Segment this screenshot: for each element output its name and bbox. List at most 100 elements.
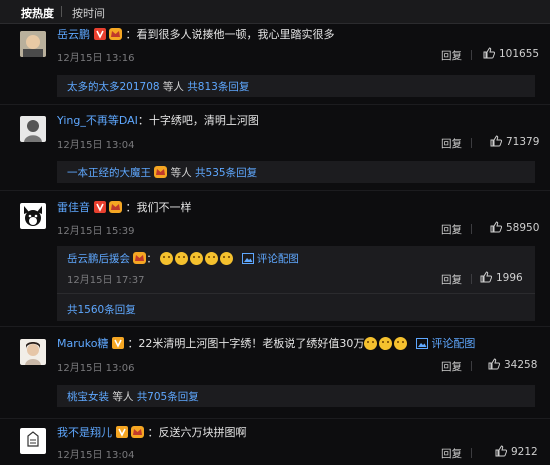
avatar-image-icon bbox=[20, 339, 46, 365]
sub-reply-body: 岳云鹏后援会 ： 评论配图 bbox=[67, 251, 299, 266]
comment-timestamp: 12月15日 15:39 bbox=[57, 226, 135, 237]
comment-timestamp: 12月15日 13:16 bbox=[57, 53, 135, 64]
vip-crown-icon bbox=[133, 252, 147, 264]
comment-image-link[interactable]: 评论配图 bbox=[431, 337, 475, 350]
emoji-icon bbox=[205, 252, 219, 265]
tab-divider bbox=[61, 6, 62, 17]
like-button[interactable]: 34258 bbox=[488, 358, 537, 371]
comment-divider bbox=[0, 418, 550, 419]
avatar-image-icon bbox=[20, 116, 46, 142]
thumbs-up-icon bbox=[483, 47, 496, 59]
like-count: 101655 bbox=[499, 48, 540, 60]
comment-divider bbox=[0, 190, 550, 191]
comment-username[interactable]: 我不是翔儿 bbox=[57, 426, 112, 439]
like-button[interactable]: 71379 bbox=[490, 135, 539, 148]
thumbs-up-icon bbox=[488, 358, 501, 370]
like-count: 58950 bbox=[506, 222, 540, 234]
avatar[interactable] bbox=[20, 31, 46, 57]
avatar[interactable] bbox=[20, 203, 46, 229]
like-button[interactable]: 101655 bbox=[483, 47, 539, 60]
like-button[interactable]: 9212 bbox=[495, 445, 538, 458]
action-divider bbox=[471, 138, 472, 148]
comment-username[interactable]: Ying_不再等DAI bbox=[57, 114, 138, 127]
action-divider bbox=[471, 361, 472, 371]
thread-others-label: 等人 bbox=[109, 391, 137, 403]
comment-body: 岳云鹏 ：看到很多人说揍他一顿，我心里踏实很多 bbox=[57, 28, 335, 42]
thread-user-link[interactable]: 一本正经的大魔王 bbox=[67, 167, 151, 179]
action-divider bbox=[471, 448, 472, 458]
thread-reply-count[interactable]: 共1560条回复 bbox=[67, 302, 136, 317]
reply-button[interactable]: 回复 bbox=[441, 446, 462, 461]
verified-gold-badge-icon bbox=[115, 426, 128, 438]
comment-image-link[interactable]: 评论配图 bbox=[257, 253, 299, 265]
thread-others-label: 等人 bbox=[167, 167, 196, 179]
image-icon bbox=[241, 253, 254, 264]
like-button[interactable]: 58950 bbox=[490, 221, 539, 234]
avatar-image-icon bbox=[20, 31, 46, 57]
reply-thread-summary[interactable]: 桃宝女装 等人 共705条回复 bbox=[57, 385, 535, 407]
sub-reply-timestamp: 12月15日 17:37 bbox=[67, 275, 145, 286]
comment-username[interactable]: 雷佳音 bbox=[57, 201, 90, 214]
comment-divider bbox=[0, 104, 550, 105]
action-divider bbox=[471, 50, 472, 60]
verified-badge-icon bbox=[93, 201, 106, 213]
comment-username[interactable]: 岳云鹏 bbox=[57, 28, 90, 41]
thread-user-link[interactable]: 桃宝女装 bbox=[67, 391, 109, 403]
comment-username[interactable]: Maruko糖 bbox=[57, 337, 108, 350]
vip-crown-icon bbox=[154, 166, 168, 178]
comment-text: ：我们不一样 bbox=[125, 201, 192, 214]
action-divider bbox=[471, 274, 472, 284]
reply-thread-summary[interactable]: 太多的太多201708 等人 共813条回复 bbox=[57, 75, 535, 97]
thread-others-label: 等人 bbox=[159, 81, 188, 93]
sub-like-button[interactable]: 1996 bbox=[480, 271, 523, 284]
sort-tabs: 按热度 按时间 bbox=[0, 0, 550, 24]
comment-timestamp: 12月15日 13:06 bbox=[57, 363, 135, 374]
comment-body: 我不是翔儿 ：反送六万块拼图啊 bbox=[57, 426, 247, 440]
like-count: 71379 bbox=[506, 136, 540, 148]
action-divider bbox=[471, 224, 472, 234]
thread-user-link[interactable]: 太多的太多201708 bbox=[67, 81, 160, 93]
comment-body: Ying_不再等DAI：十字绣吧，清明上河图 bbox=[57, 114, 259, 128]
avatar[interactable] bbox=[20, 339, 46, 365]
reply-button[interactable]: 回复 bbox=[441, 136, 462, 151]
reply-button[interactable]: 回复 bbox=[441, 222, 462, 237]
avatar[interactable] bbox=[20, 428, 46, 454]
laugh-emoji-icon bbox=[394, 337, 408, 350]
reply-thread-summary[interactable]: 一本正经的大魔王 等人 共535条回复 bbox=[57, 161, 535, 183]
reply-button[interactable]: 回复 bbox=[441, 48, 462, 63]
image-icon bbox=[415, 338, 428, 349]
sub-reply-colon: ： bbox=[146, 253, 157, 265]
comment-text: ：22米清明上河图十字绣！老板说了绣好值30万 bbox=[127, 337, 365, 350]
like-count: 34258 bbox=[504, 359, 538, 371]
comment-text: ：看到很多人说揍他一顿，我心里踏实很多 bbox=[125, 28, 335, 41]
avatar-image-icon bbox=[20, 428, 46, 454]
verified-badge-icon bbox=[93, 28, 106, 40]
laugh-emoji-icon bbox=[364, 337, 378, 350]
tab-sort-by-time[interactable]: 按时间 bbox=[72, 5, 105, 21]
thread-reply-count[interactable]: 共535条回复 bbox=[195, 167, 257, 179]
verified-gold-badge-icon bbox=[111, 337, 124, 349]
avatar[interactable] bbox=[20, 116, 46, 142]
like-count: 1996 bbox=[496, 272, 523, 284]
emoji-icon bbox=[160, 252, 174, 265]
sub-reply-box: 岳云鹏后援会 ： 评论配图 12月15日 17:37 回复 1996 共1560… bbox=[57, 246, 535, 321]
thread-reply-count[interactable]: 共813条回复 bbox=[187, 81, 249, 93]
like-count: 9212 bbox=[511, 446, 538, 458]
comment-text: ：十字绣吧，清明上河图 bbox=[137, 114, 259, 127]
comment-divider bbox=[0, 326, 550, 327]
tab-sort-by-hot[interactable]: 按热度 bbox=[21, 5, 54, 21]
thumbs-up-icon bbox=[490, 221, 503, 233]
sub-reply-button[interactable]: 回复 bbox=[441, 272, 462, 287]
laugh-emoji-icon bbox=[379, 337, 393, 350]
comment-body: Maruko糖 ：22米清明上河图十字绣！老板说了绣好值30万 评论配图 bbox=[57, 337, 475, 351]
vip-crown-icon bbox=[131, 426, 144, 438]
emoji-icon bbox=[220, 252, 234, 265]
sub-reply-username[interactable]: 岳云鹏后援会 bbox=[67, 253, 130, 265]
comment-body: 雷佳音 ：我们不一样 bbox=[57, 201, 192, 215]
emoji-icon bbox=[175, 252, 189, 265]
reply-button[interactable]: 回复 bbox=[441, 359, 462, 374]
dog-avatar-icon bbox=[20, 203, 46, 229]
comment-timestamp: 12月15日 13:04 bbox=[57, 140, 135, 151]
vip-crown-icon bbox=[109, 28, 122, 40]
thread-reply-count[interactable]: 共705条回复 bbox=[137, 391, 199, 403]
